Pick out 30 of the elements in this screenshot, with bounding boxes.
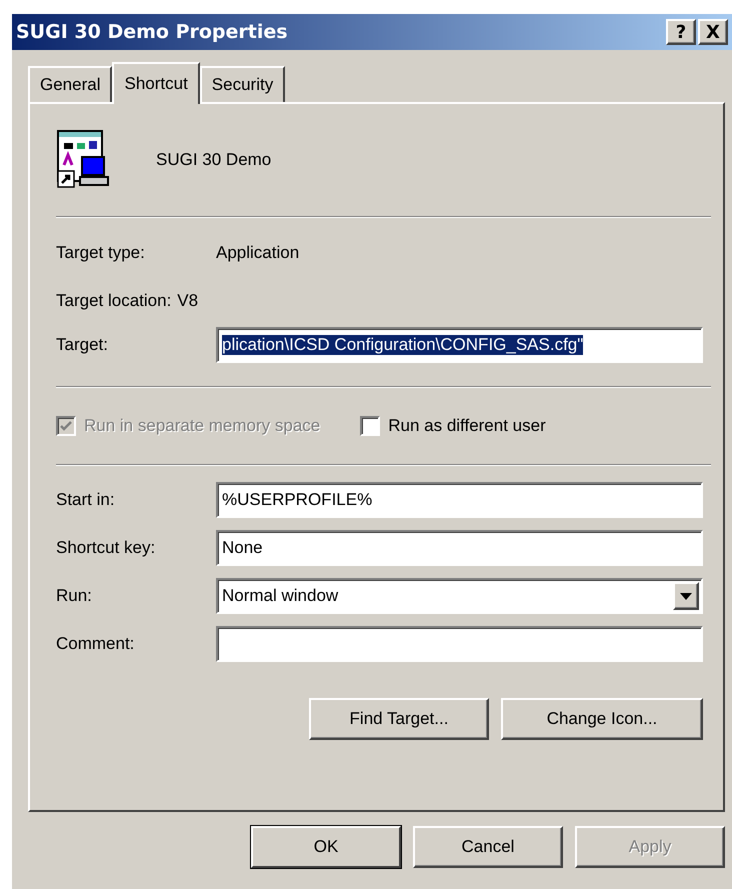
shortcut-name: SUGI 30 Demo — [156, 150, 272, 170]
dialog-button[interactable]: Cancel — [413, 826, 563, 868]
action-button[interactable]: Find Target... — [309, 698, 489, 740]
field-label: Target type: — [56, 243, 146, 263]
field-label: Comment: — [56, 634, 136, 654]
check-icon — [60, 420, 72, 432]
field-label: Target location: — [56, 291, 172, 311]
application-shortcut-icon — [56, 129, 112, 191]
field-label: Target: — [56, 335, 109, 355]
help-button[interactable]: ? — [666, 19, 696, 45]
run-dropdown[interactable]: Normal window — [216, 578, 703, 614]
input-field[interactable]: %USERPROFILE% — [216, 482, 703, 518]
dialog-button[interactable]: OK — [251, 826, 401, 868]
window-title: SUGI 30 Demo Properties — [16, 21, 289, 43]
target-field[interactable]: plication\ICSD Configuration\CONFIG_SAS.cfg" — [216, 327, 703, 363]
input-field[interactable] — [216, 626, 703, 662]
field-label: Run: — [56, 586, 93, 606]
tab[interactable]: Security — [200, 66, 286, 102]
action-button[interactable]: Change Icon... — [501, 698, 703, 740]
tab[interactable]: Shortcut — [112, 62, 200, 104]
field-value: Application — [216, 243, 300, 263]
close-button[interactable]: X — [698, 19, 728, 45]
checkbox-label: Run as different user — [388, 416, 546, 436]
checkbox-label: Run in separate memory space — [84, 416, 320, 436]
checkbox[interactable] — [360, 416, 380, 436]
tab[interactable]: General — [28, 66, 112, 102]
input-field[interactable]: None — [216, 530, 703, 566]
field-value: V8 — [177, 291, 198, 311]
field-label: Shortcut key: — [56, 538, 156, 558]
field-label: Start in: — [56, 490, 116, 510]
